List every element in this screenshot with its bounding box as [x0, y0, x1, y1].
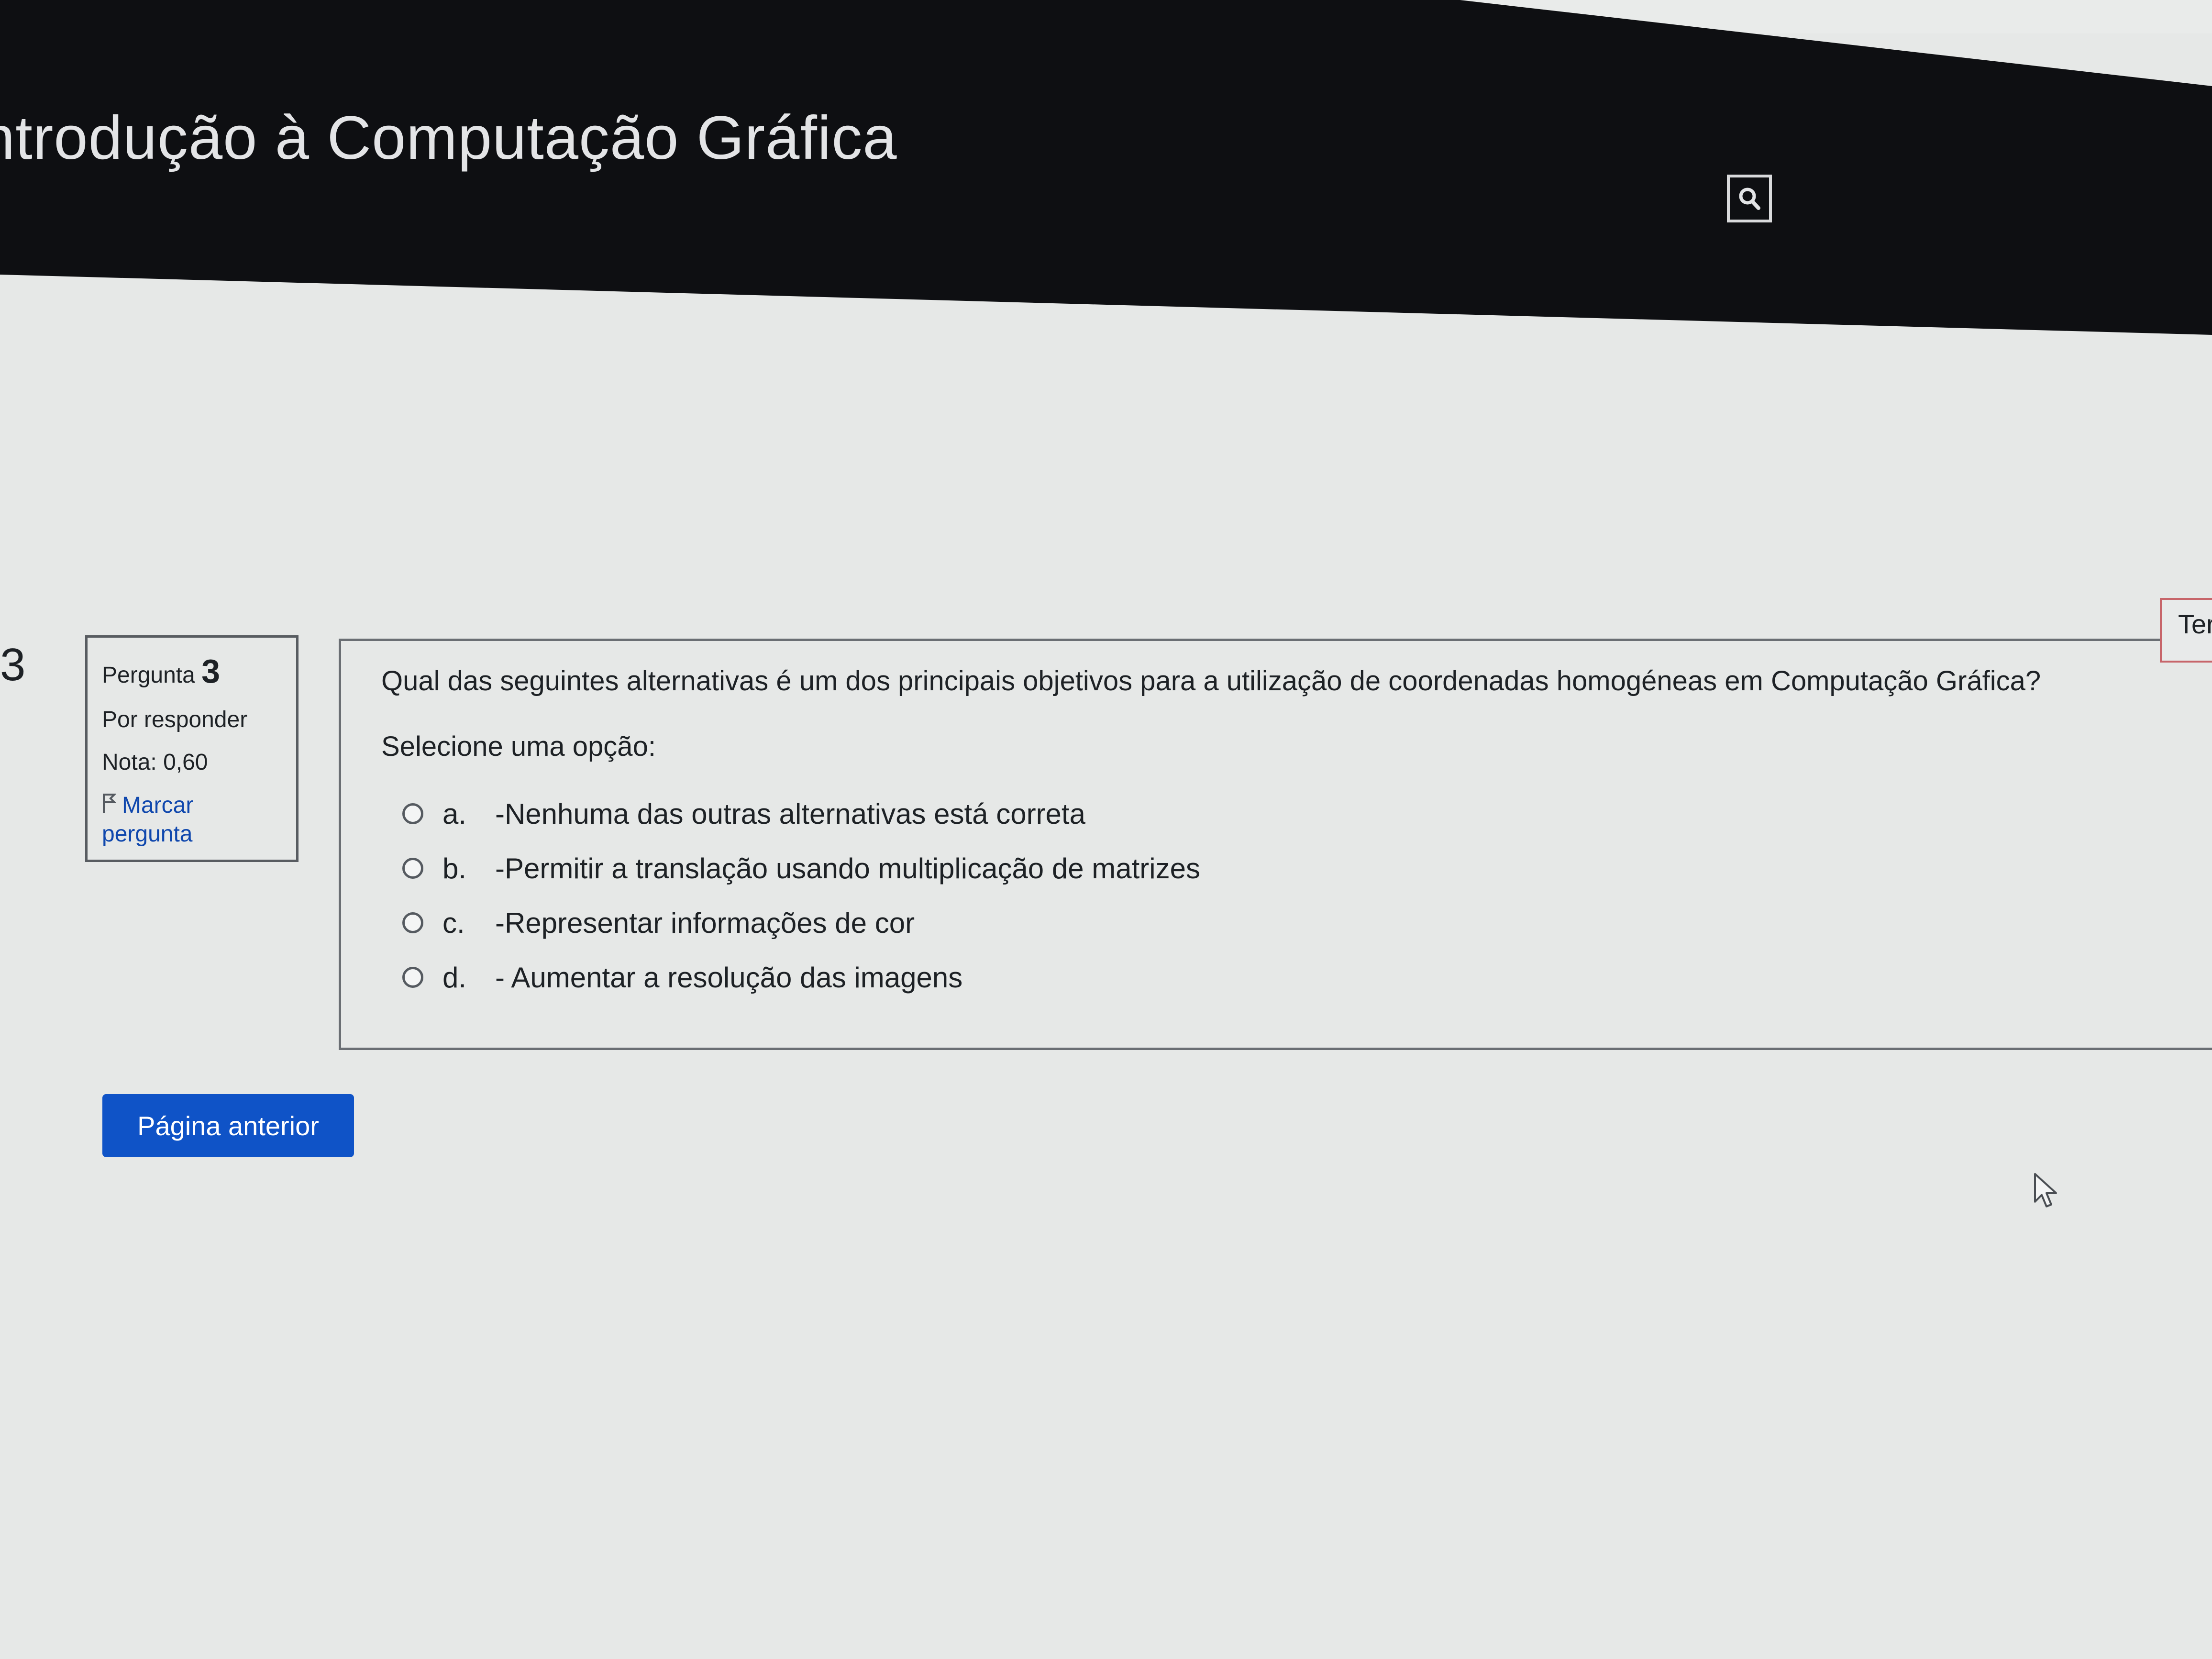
radio-button-d[interactable] — [402, 967, 423, 988]
previous-page-button[interactable]: Página anterior — [102, 1094, 354, 1157]
answer-option-a[interactable]: a. -Nenhuma das outras alternativas está… — [381, 786, 2212, 841]
question-grade: Nota: 0,60 — [102, 750, 208, 775]
option-letter: a. — [442, 797, 467, 830]
answer-option-d[interactable]: d. - Aumentar a resolução das imagens — [381, 950, 2212, 1005]
question-content-box: Qual das seguintes alternativas é um dos… — [339, 639, 2212, 1050]
answer-prompt: Selecione uma opção: — [381, 731, 656, 762]
mouse-cursor-icon — [2033, 1172, 2060, 1213]
option-text[interactable]: - Aumentar a resolução das imagens — [495, 961, 962, 994]
flag-icon — [102, 793, 117, 820]
radio-button-a[interactable] — [402, 803, 423, 824]
option-letter: d. — [442, 961, 467, 994]
course-title: ntrodução à Computação Gráfica — [0, 104, 897, 172]
search-icon — [1739, 188, 1760, 210]
question-nav-number[interactable]: 3 — [0, 639, 25, 691]
answer-option-b[interactable]: b. -Permitir a translação usando multipl… — [381, 841, 2212, 896]
question-label: Pergunta — [102, 663, 195, 688]
radio-button-c[interactable] — [402, 912, 423, 933]
timer-box: Ter — [2160, 598, 2212, 663]
option-letter: b. — [442, 852, 467, 885]
question-text: Qual das seguintes alternativas é um dos… — [381, 665, 2041, 697]
question-status: Por responder — [102, 707, 248, 732]
flag-question-link[interactable]: Marcar pergunta — [102, 792, 285, 848]
answer-option-c[interactable]: c. -Representar informações de cor — [381, 896, 2212, 950]
search-button[interactable] — [1727, 175, 1772, 222]
question-label-line: Pergunta 3 — [102, 652, 285, 690]
option-text[interactable]: -Representar informações de cor — [495, 907, 915, 940]
option-text[interactable]: -Permitir a translação usando multiplica… — [495, 852, 1200, 885]
radio-button-b[interactable] — [402, 858, 423, 879]
option-letter: c. — [442, 907, 465, 939]
option-text[interactable]: -Nenhuma das outras alternativas está co… — [495, 797, 1085, 830]
question-info-box: Pergunta 3 Por responder Nota: 0,60 Marc… — [85, 635, 299, 862]
question-number: 3 — [201, 653, 221, 690]
